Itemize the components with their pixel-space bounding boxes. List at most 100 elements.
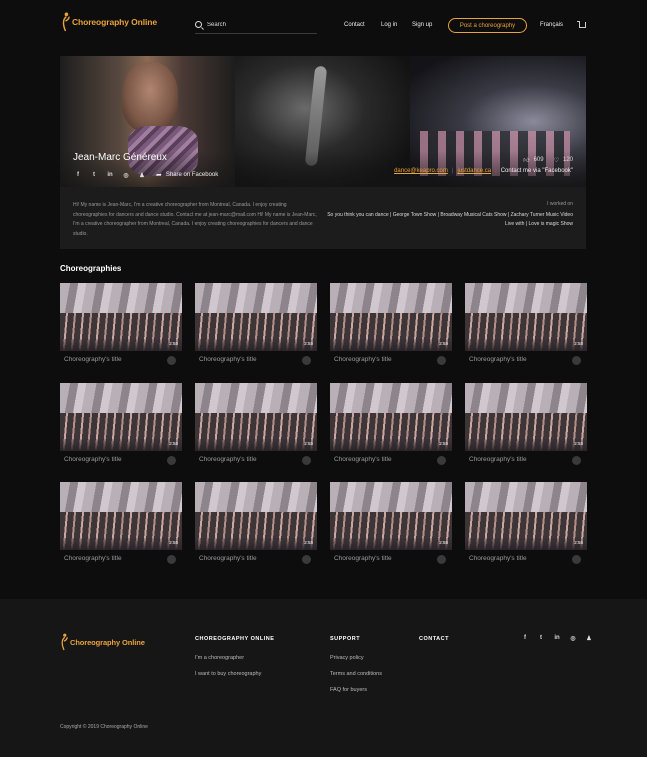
search-input[interactable] <box>207 19 312 31</box>
more-options-icon[interactable] <box>437 456 446 465</box>
more-options-icon[interactable] <box>167 356 176 365</box>
dancer-logo-icon <box>61 12 70 32</box>
dancer-logo-icon <box>60 633 68 651</box>
choreography-title[interactable]: Choreography's title <box>469 555 527 562</box>
profile-stats: 👍︎ 609 ♡ 120 <box>523 156 573 164</box>
video-duration: 2:55 <box>304 441 313 446</box>
choreography-thumbnail[interactable]: 2:55 <box>465 283 587 351</box>
choreography-card[interactable]: 2:55 Choreography's title <box>465 482 587 568</box>
choreography-card[interactable]: 2:55 Choreography's title <box>195 482 317 568</box>
choreography-thumbnail[interactable]: 2:55 <box>330 283 452 351</box>
contact-facebook-link[interactable]: Contact me via "Facebook" <box>501 168 573 174</box>
share-facebook-button[interactable]: ➦ Share on Facebook <box>156 171 218 179</box>
email-link[interactable]: dance@keapro.com <box>394 168 448 174</box>
footer-logo[interactable]: Choreography Online <box>60 633 145 651</box>
footer-logo-text: Choreography Online <box>70 638 145 647</box>
more-options-icon[interactable] <box>167 555 176 564</box>
heart-icon: ♡ <box>554 157 559 164</box>
more-options-icon[interactable] <box>572 555 581 564</box>
choreography-title[interactable]: Choreography's title <box>334 555 392 562</box>
more-options-icon[interactable] <box>437 555 446 564</box>
more-options-icon[interactable] <box>302 555 311 564</box>
choreography-card[interactable]: 2:55 Choreography's title <box>60 383 182 469</box>
choreography-thumbnail[interactable]: 2:55 <box>60 482 182 550</box>
choreography-thumbnail[interactable]: 2:55 <box>330 482 452 550</box>
search-bar <box>195 19 317 34</box>
choreography-thumbnail[interactable]: 2:55 <box>60 383 182 451</box>
more-options-icon[interactable] <box>302 456 311 465</box>
profile-hero: Jean-Marc Généreux f t in ◎ ♟ ➦ Share on… <box>60 56 586 249</box>
hearts-count: 120 <box>563 157 573 163</box>
choreography-card[interactable]: 2:55 Choreography's title <box>330 482 452 568</box>
choreography-card[interactable]: 2:55 Choreography's title <box>465 283 587 369</box>
choreography-thumbnail[interactable]: 2:55 <box>465 482 587 550</box>
choreography-title[interactable]: Choreography's title <box>334 456 392 463</box>
choreography-thumbnail[interactable]: 2:55 <box>60 283 182 351</box>
footer-link-privacy[interactable]: Privacy policy <box>330 655 364 661</box>
linkedin-icon[interactable]: in <box>553 635 561 642</box>
site-footer: Choreography Online CHOREOGRAPHY ONLINE … <box>0 599 647 757</box>
post-choreography-button[interactable]: Post a choreography <box>448 18 527 33</box>
choreography-title[interactable]: Choreography's title <box>64 555 122 562</box>
instagram-icon[interactable]: ◎ <box>569 635 577 642</box>
linkedin-icon[interactable]: in <box>106 172 114 178</box>
site-logo[interactable]: Choreography Online <box>61 12 157 32</box>
choreography-thumbnail[interactable]: 2:55 <box>195 482 317 550</box>
choreographies-title: Choreographies <box>60 264 121 273</box>
choreography-title[interactable]: Choreography's title <box>64 456 122 463</box>
footer-col-title: CHOREOGRAPHY ONLINE <box>195 636 274 642</box>
nav-signup[interactable]: Sign up <box>412 22 432 28</box>
snapchat-icon[interactable]: ♟ <box>585 635 593 642</box>
twitter-icon[interactable]: t <box>537 635 545 642</box>
choreography-card[interactable]: 2:55 Choreography's title <box>465 383 587 469</box>
choreography-title[interactable]: Choreography's title <box>469 456 527 463</box>
share-icon: ➦ <box>156 171 162 179</box>
video-duration: 2:55 <box>169 341 178 346</box>
choreography-thumbnail[interactable]: 2:55 <box>195 383 317 451</box>
profile-links: dance@keapro.com | justdance.ca | Contac… <box>394 168 573 174</box>
choreography-card[interactable]: 2:55 Choreography's title <box>330 383 452 469</box>
more-options-icon[interactable] <box>167 456 176 465</box>
snapchat-icon[interactable]: ♟ <box>138 172 146 179</box>
choreography-title[interactable]: Choreography's title <box>199 555 257 562</box>
choreography-title[interactable]: Choreography's title <box>334 356 392 363</box>
choreography-title[interactable]: Choreography's title <box>64 356 122 363</box>
instagram-icon[interactable]: ◎ <box>122 172 130 179</box>
choreography-thumbnail[interactable]: 2:55 <box>195 283 317 351</box>
worked-on-list: So you think you can dance | George Town… <box>323 211 573 229</box>
cart-icon[interactable] <box>579 22 586 28</box>
twitter-icon[interactable]: t <box>90 172 98 178</box>
website-link[interactable]: justdance.ca <box>457 168 491 174</box>
choreography-card[interactable]: 2:55 Choreography's title <box>60 482 182 568</box>
search-icon <box>195 21 202 28</box>
nav-login[interactable]: Log in <box>381 22 397 28</box>
footer-link-faq[interactable]: FAQ for buyers <box>330 687 367 693</box>
more-options-icon[interactable] <box>437 356 446 365</box>
choreography-card[interactable]: 2:55 Choreography's title <box>195 383 317 469</box>
footer-contact-title: CONTACT <box>419 636 449 642</box>
footer-socials: f t in ◎ ♟ <box>521 635 593 642</box>
footer-link-choreographer[interactable]: I'm a choreographer <box>195 655 244 661</box>
facebook-icon[interactable]: f <box>74 172 82 178</box>
nav-contact[interactable]: Contact <box>344 22 365 28</box>
choreography-thumbnail[interactable]: 2:55 <box>465 383 587 451</box>
like-icon: 👍︎ <box>523 156 529 164</box>
choreography-card[interactable]: 2:55 Choreography's title <box>330 283 452 369</box>
hearts-stat[interactable]: ♡ 120 <box>554 156 573 164</box>
language-switch[interactable]: Français <box>540 22 563 28</box>
more-options-icon[interactable] <box>572 356 581 365</box>
choreography-title[interactable]: Choreography's title <box>199 356 257 363</box>
video-duration: 2:55 <box>169 540 178 545</box>
choreography-title[interactable]: Choreography's title <box>469 356 527 363</box>
choreography-title[interactable]: Choreography's title <box>199 456 257 463</box>
more-options-icon[interactable] <box>302 356 311 365</box>
logo-text: Choreography Online <box>72 17 157 27</box>
more-options-icon[interactable] <box>572 456 581 465</box>
footer-link-terms[interactable]: Terms and conditions <box>330 671 382 677</box>
facebook-icon[interactable]: f <box>521 635 529 642</box>
choreography-thumbnail[interactable]: 2:55 <box>330 383 452 451</box>
choreography-card[interactable]: 2:55 Choreography's title <box>60 283 182 369</box>
likes-stat[interactable]: 👍︎ 609 <box>523 156 543 164</box>
choreography-card[interactable]: 2:55 Choreography's title <box>195 283 317 369</box>
footer-link-buy[interactable]: I want to buy choreography <box>195 671 261 677</box>
